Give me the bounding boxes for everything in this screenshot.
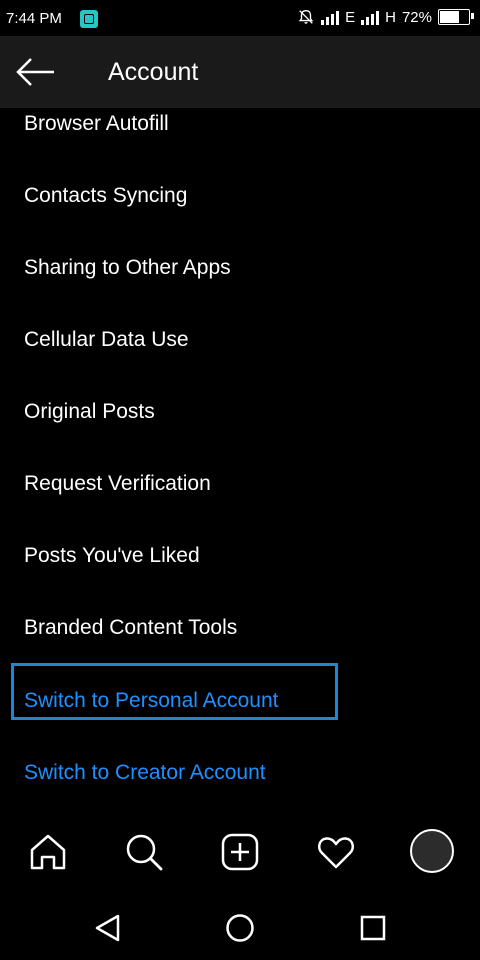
menu-item-label: Browser Autofill [24,112,169,135]
status-time: 7:44 PM [6,10,62,27]
nav-search-button[interactable] [122,830,166,874]
battery-level [440,11,459,23]
system-recents-button[interactable] [353,908,393,948]
screenshot-icon [80,10,98,28]
menu-item-label: Request Verification [24,472,211,495]
nav-home-button[interactable] [26,830,70,874]
menu-item-label: Posts You've Liked [24,544,200,567]
bottom-nav [0,808,480,896]
signal-icon-1 [321,9,340,25]
heart-icon [318,837,354,869]
status-bar: 7:44 PM E H 72% [0,0,480,36]
network-type-2: H [385,8,396,26]
menu-item-posts-youve-liked[interactable]: Posts You've Liked [0,526,480,586]
account-settings-list: Browser Autofill Contacts Syncing Sharin… [0,108,480,808]
system-home-button[interactable] [220,908,260,948]
highlight-box [11,663,338,720]
menu-item-branded-content-tools[interactable]: Branded Content Tools [0,598,480,658]
menu-item-request-verification[interactable]: Request Verification [0,454,480,514]
status-icons: E H 72% [297,8,474,26]
app-header: Account [0,36,480,108]
menu-item-label: Contacts Syncing [24,184,188,207]
menu-item-label: Switch to Creator Account [24,761,266,784]
home-circle-icon [226,914,254,942]
home-icon [30,834,66,870]
back-button[interactable] [14,56,58,88]
network-type-1: E [345,8,356,26]
arrow-left-icon [16,58,54,86]
bell-muted-icon [298,10,314,24]
nav-new-post-button[interactable] [218,830,262,874]
signal-icon-2 [361,9,380,25]
menu-item-label: Cellular Data Use [24,328,189,351]
menu-item-original-posts[interactable]: Original Posts [0,382,480,442]
system-nav-bar [0,896,480,960]
nav-activity-button[interactable] [314,830,358,874]
back-triangle-icon [95,914,120,942]
switch-to-creator-account-link[interactable]: Switch to Creator Account [0,743,480,803]
search-icon [126,834,163,871]
menu-item-contacts-syncing[interactable]: Contacts Syncing [0,166,480,226]
menu-item-label: Branded Content Tools [24,616,238,639]
menu-item-label: Sharing to Other Apps [24,256,231,279]
menu-item-sharing-to-other-apps[interactable]: Sharing to Other Apps [0,238,480,298]
menu-item-cellular-data-use[interactable]: Cellular Data Use [0,310,480,370]
recents-square-icon [360,915,386,941]
battery-percent: 72% [401,8,432,26]
menu-item-browser-autofill[interactable]: Browser Autofill [0,108,480,154]
battery-icon [438,9,474,25]
system-back-button[interactable] [88,908,128,948]
add-post-icon [221,833,259,871]
page-title: Account [108,58,199,86]
menu-item-label: Original Posts [24,400,155,423]
profile-avatar[interactable] [410,829,454,873]
